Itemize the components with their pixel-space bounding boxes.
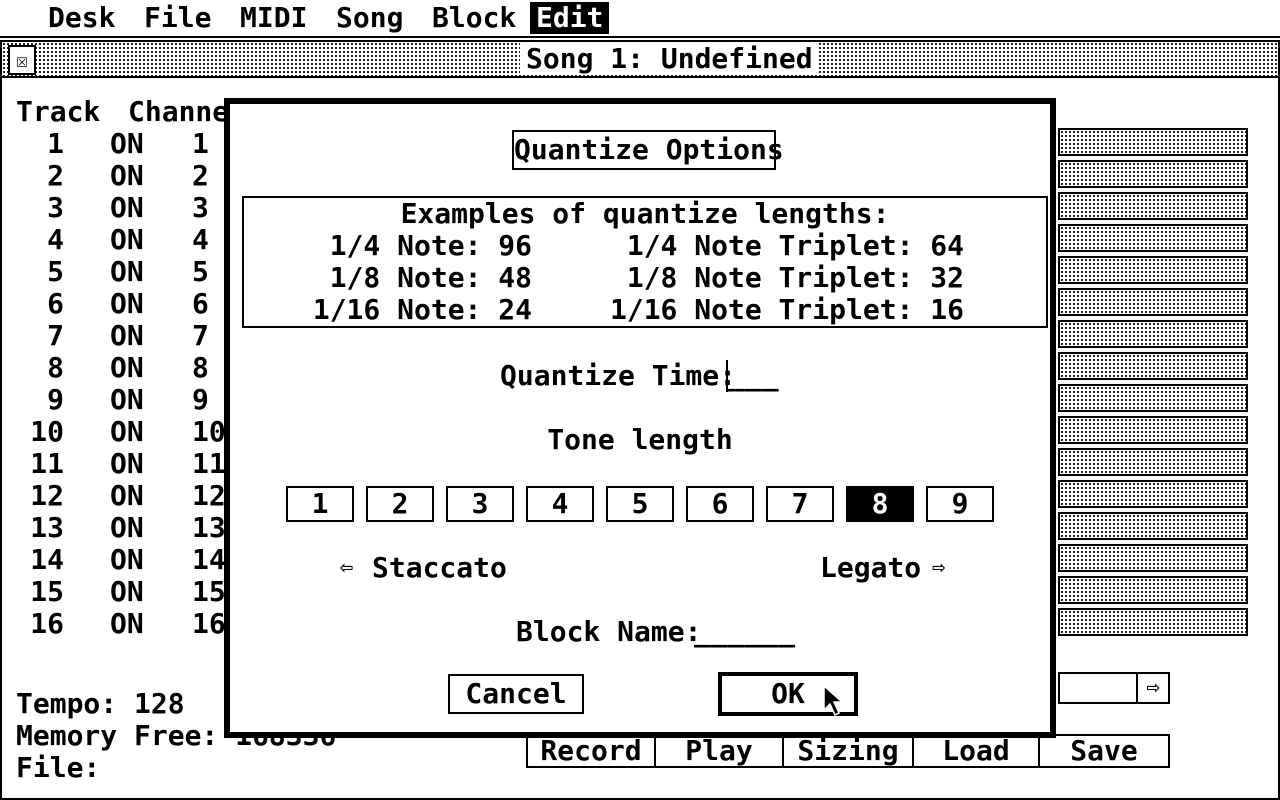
load-button[interactable]: Load bbox=[912, 734, 1040, 768]
sizing-button[interactable]: Sizing bbox=[782, 734, 914, 768]
cancel-button[interactable]: Cancel bbox=[448, 674, 584, 714]
file-display: File: bbox=[16, 751, 101, 784]
track-bar[interactable] bbox=[1058, 416, 1248, 444]
tone-length-option[interactable]: 8 bbox=[846, 486, 914, 522]
track-status: ON bbox=[110, 479, 144, 512]
menu-desk[interactable]: Desk bbox=[42, 2, 121, 34]
track-number: 15 bbox=[30, 575, 64, 608]
close-icon[interactable]: ☒ bbox=[8, 45, 36, 75]
horizontal-scroll-track[interactable] bbox=[1058, 672, 1138, 704]
tempo-display: Tempo: 128 bbox=[16, 687, 185, 720]
track-bar[interactable] bbox=[1058, 192, 1248, 220]
example-sixteenth-note: 1/16 Note: 24 bbox=[312, 293, 532, 326]
tone-length-option[interactable]: 1 bbox=[286, 486, 354, 522]
track-status: ON bbox=[110, 191, 144, 224]
track-bar[interactable] bbox=[1058, 608, 1248, 636]
track-number: 2 bbox=[47, 159, 64, 192]
track-status: ON bbox=[110, 543, 144, 576]
staccato-label: Staccato bbox=[372, 551, 507, 584]
track-number: 11 bbox=[30, 447, 64, 480]
track-number: 1 bbox=[47, 127, 64, 160]
track-number: 9 bbox=[47, 383, 64, 416]
examples-box: Examples of quantize lengths: 1/4 Note: … bbox=[242, 196, 1048, 328]
track-number: 14 bbox=[30, 543, 64, 576]
example-sixteenth-triplet: 1/16 Note Triplet: 16 bbox=[609, 293, 964, 326]
track-number: 6 bbox=[47, 287, 64, 320]
menu-bar: Desk File MIDI Song Block Edit bbox=[0, 0, 1280, 38]
track-header: Track bbox=[16, 95, 101, 128]
menu-edit[interactable]: Edit bbox=[530, 2, 610, 34]
window-title: Song 1: Undefined bbox=[520, 43, 819, 75]
track-bar[interactable] bbox=[1058, 256, 1248, 284]
track-status: ON bbox=[110, 127, 144, 160]
example-eighth-note: 1/8 Note: 48 bbox=[329, 261, 532, 294]
tone-length-option[interactable]: 2 bbox=[366, 486, 434, 522]
tone-length-label: Tone length bbox=[547, 423, 733, 456]
tone-length-option[interactable]: 4 bbox=[526, 486, 594, 522]
save-button[interactable]: Save bbox=[1038, 734, 1170, 768]
quantize-time-input[interactable]: ___ bbox=[726, 360, 779, 392]
track-status: ON bbox=[110, 159, 144, 192]
track-bar[interactable] bbox=[1058, 288, 1248, 316]
track-number: 13 bbox=[30, 511, 64, 544]
track-bar[interactable] bbox=[1058, 352, 1248, 380]
tone-length-option[interactable]: 7 bbox=[766, 486, 834, 522]
menu-song[interactable]: Song bbox=[330, 2, 409, 34]
track-status: ON bbox=[110, 351, 144, 384]
mouse-cursor-icon bbox=[823, 684, 844, 717]
track-bar[interactable] bbox=[1058, 544, 1248, 572]
dialog-title: Quantize Options bbox=[512, 130, 784, 170]
arrow-right-icon[interactable]: ⇨ bbox=[932, 552, 945, 584]
example-quarter-note: 1/4 Note: 96 bbox=[329, 229, 532, 262]
channel-header: Channe bbox=[128, 95, 230, 128]
quantize-dialog: Quantize Options Examples of quantize le… bbox=[224, 98, 1056, 738]
track-bar[interactable] bbox=[1058, 320, 1248, 348]
block-name-label: Block Name: bbox=[516, 615, 702, 648]
track-number: 7 bbox=[47, 319, 64, 352]
track-status: ON bbox=[110, 383, 144, 416]
record-button[interactable]: Record bbox=[526, 734, 656, 768]
tone-length-option[interactable]: 5 bbox=[606, 486, 674, 522]
menu-block[interactable]: Block bbox=[426, 2, 522, 34]
track-number: 5 bbox=[47, 255, 64, 288]
example-quarter-triplet: 1/4 Note Triplet: 64 bbox=[626, 229, 964, 262]
block-name-input[interactable]: ______ bbox=[694, 616, 795, 648]
scroll-right-icon[interactable]: ⇨ bbox=[1136, 672, 1170, 704]
track-number: 8 bbox=[47, 351, 64, 384]
menu-midi[interactable]: MIDI bbox=[234, 2, 313, 34]
track-bar[interactable] bbox=[1058, 448, 1248, 476]
track-bar[interactable] bbox=[1058, 160, 1248, 188]
track-bar[interactable] bbox=[1058, 128, 1248, 156]
track-status: ON bbox=[110, 223, 144, 256]
track-number: 3 bbox=[47, 191, 64, 224]
window-title-bar[interactable]: ☒ Song 1: Undefined bbox=[2, 42, 1278, 78]
arrow-left-icon[interactable]: ⇦ bbox=[340, 552, 353, 584]
track-status: ON bbox=[110, 319, 144, 352]
example-eighth-triplet: 1/8 Note Triplet: 32 bbox=[626, 261, 964, 294]
track-number: 16 bbox=[30, 607, 64, 640]
track-status: ON bbox=[110, 607, 144, 640]
tone-length-option[interactable]: 3 bbox=[446, 486, 514, 522]
track-status: ON bbox=[110, 415, 144, 448]
track-bar[interactable] bbox=[1058, 224, 1248, 252]
tone-length-option[interactable]: 6 bbox=[686, 486, 754, 522]
track-status: ON bbox=[110, 511, 144, 544]
track-bar[interactable] bbox=[1058, 384, 1248, 412]
track-status: ON bbox=[110, 447, 144, 480]
play-button[interactable]: Play bbox=[654, 734, 784, 768]
track-number: 10 bbox=[30, 415, 64, 448]
legato-label: Legato bbox=[820, 551, 922, 584]
track-status: ON bbox=[110, 255, 144, 288]
menu-file[interactable]: File bbox=[138, 2, 217, 34]
quantize-time-label: Quantize Time: bbox=[500, 359, 737, 392]
track-bar[interactable] bbox=[1058, 480, 1248, 508]
track-bar[interactable] bbox=[1058, 576, 1248, 604]
track-number: 12 bbox=[30, 479, 64, 512]
examples-heading: Examples of quantize lengths: bbox=[400, 197, 890, 230]
track-status: ON bbox=[110, 575, 144, 608]
track-status: ON bbox=[110, 287, 144, 320]
track-number: 4 bbox=[47, 223, 64, 256]
tone-length-option[interactable]: 9 bbox=[926, 486, 994, 522]
track-bar[interactable] bbox=[1058, 512, 1248, 540]
